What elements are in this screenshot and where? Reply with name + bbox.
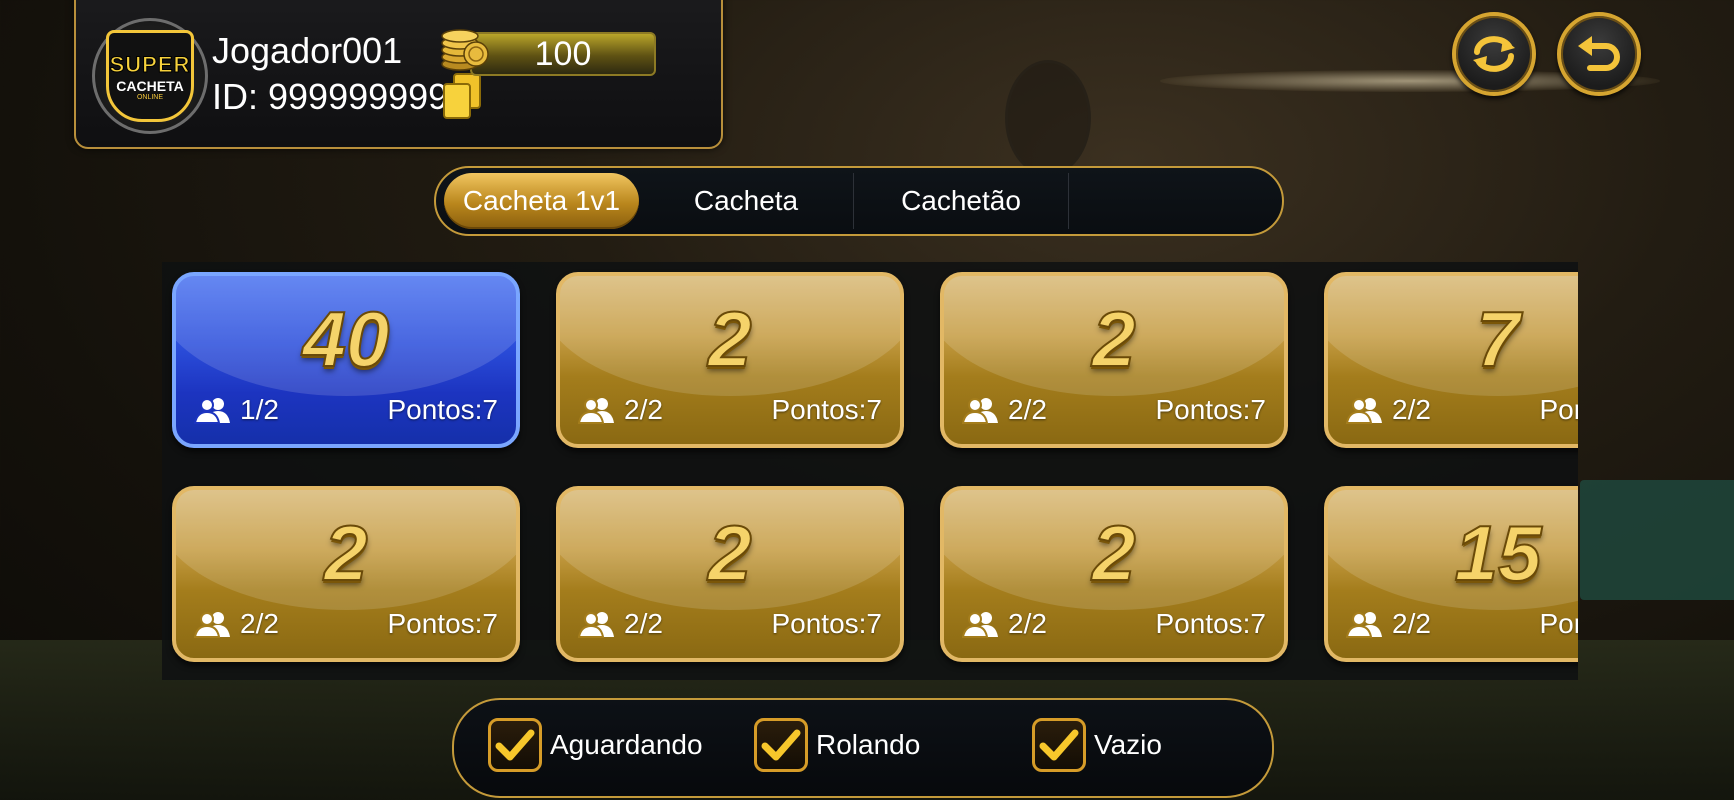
room-player-count: 2/2 xyxy=(240,608,279,639)
room-players: 2/2 xyxy=(1346,608,1431,640)
room-players: 2/2 xyxy=(194,608,279,640)
player-id: ID: 999999999 xyxy=(212,76,449,117)
people-icon xyxy=(1346,612,1382,638)
coin-balance: 100 xyxy=(470,32,656,76)
logo-shield: SUPER CACHETA ONLINE xyxy=(106,30,194,122)
room-players: 2/2 xyxy=(1346,394,1431,426)
refresh-icon xyxy=(1473,36,1515,72)
room-bet-value: 2 xyxy=(323,508,368,598)
wall-clock xyxy=(1005,60,1091,176)
room-points: Pontos:7 xyxy=(1539,608,1578,639)
room-card[interactable]: 2 2/2 Pontos:7 xyxy=(172,486,520,662)
tab-cacheta[interactable]: Cacheta xyxy=(639,173,854,229)
room-players: 1/2 xyxy=(194,394,279,426)
tab-cachetao[interactable]: Cachetão xyxy=(854,173,1069,229)
room-player-count: 2/2 xyxy=(1008,608,1047,639)
filter-label: Vazio xyxy=(1094,729,1162,760)
room-player-count: 2/2 xyxy=(624,608,663,639)
game-logo: SUPER CACHETA ONLINE xyxy=(92,18,208,134)
room-card[interactable]: 15 2/2 Pontos:7 xyxy=(1324,486,1578,662)
pool-table xyxy=(1580,480,1734,600)
player-name: Jogador001 xyxy=(212,30,403,71)
filter-rolando[interactable]: Rolando xyxy=(754,718,920,772)
room-card[interactable]: 2 2/2 Pontos:7 xyxy=(556,272,904,448)
room-bet-value: 2 xyxy=(1091,294,1136,384)
vazio-checkbox[interactable] xyxy=(1032,718,1086,772)
room-points: Pontos:7 xyxy=(1155,608,1266,639)
checkmark-icon xyxy=(495,729,535,761)
rolando-checkbox[interactable] xyxy=(754,718,808,772)
logo-text-middle: CACHETA xyxy=(116,77,184,94)
room-player-count: 2/2 xyxy=(1392,608,1431,639)
room-card[interactable]: 2 2/2 Pontos:7 xyxy=(940,272,1288,448)
room-bet-value: 2 xyxy=(1091,508,1136,598)
filter-label: Aguardando xyxy=(550,729,703,760)
logo-text-top: SUPER xyxy=(109,51,191,77)
people-icon xyxy=(962,398,998,424)
room-players: 2/2 xyxy=(962,394,1047,426)
room-bet-value: 40 xyxy=(302,294,391,384)
checkmark-icon xyxy=(761,729,801,761)
room-points: Pontos:7 xyxy=(1539,394,1578,425)
back-button[interactable] xyxy=(1557,12,1641,96)
filter-label: Rolando xyxy=(816,729,921,760)
tab-cacheta-1v1[interactable]: Cacheta 1v1 xyxy=(444,173,639,229)
people-icon xyxy=(578,398,614,424)
people-icon xyxy=(578,612,614,638)
room-bet-value: 7 xyxy=(1475,294,1520,384)
room-points: Pontos:7 xyxy=(387,394,498,425)
room-points: Pontos:7 xyxy=(1155,394,1266,425)
copy-icon[interactable] xyxy=(440,72,484,122)
room-points: Pontos:7 xyxy=(387,608,498,639)
room-player-count: 2/2 xyxy=(624,394,663,425)
coins-icon xyxy=(441,29,489,71)
room-card[interactable]: 2 2/2 Pontos:7 xyxy=(556,486,904,662)
room-bet-value: 2 xyxy=(707,294,752,384)
game-mode-tabs: Cacheta 1v1 Cacheta Cachetão xyxy=(434,166,1284,236)
room-card[interactable]: 2 2/2 Pontos:7 xyxy=(940,486,1288,662)
aguardando-checkbox[interactable] xyxy=(488,718,542,772)
room-grid: 40 1/2 Pontos:7 2 2/2 Pontos:7 2 2/2 Pon… xyxy=(162,262,1578,680)
filter-vazio[interactable]: Vazio xyxy=(1032,718,1162,772)
room-points: Pontos:7 xyxy=(771,394,882,425)
room-players: 2/2 xyxy=(578,608,663,640)
status-filter-bar: Aguardando Rolando Vazio xyxy=(452,698,1274,798)
room-player-count: 1/2 xyxy=(240,394,279,425)
filter-aguardando[interactable]: Aguardando xyxy=(488,718,703,772)
people-icon xyxy=(194,612,230,638)
checkmark-icon xyxy=(1039,729,1079,761)
room-bet-value: 15 xyxy=(1454,508,1543,598)
people-icon xyxy=(962,612,998,638)
room-bet-value: 2 xyxy=(707,508,752,598)
room-players: 2/2 xyxy=(578,394,663,426)
people-icon xyxy=(1346,398,1382,424)
logo-text-bottom: ONLINE xyxy=(136,93,164,101)
people-icon xyxy=(194,398,230,424)
room-card[interactable]: 7 2/2 Pontos:7 xyxy=(1324,272,1578,448)
room-player-count: 2/2 xyxy=(1392,394,1431,425)
room-card[interactable]: 40 1/2 Pontos:7 xyxy=(172,272,520,448)
room-points: Pontos:7 xyxy=(771,608,882,639)
back-icon xyxy=(1578,36,1620,71)
room-player-count: 2/2 xyxy=(1008,394,1047,425)
room-players: 2/2 xyxy=(962,608,1047,640)
refresh-button[interactable] xyxy=(1452,12,1536,96)
